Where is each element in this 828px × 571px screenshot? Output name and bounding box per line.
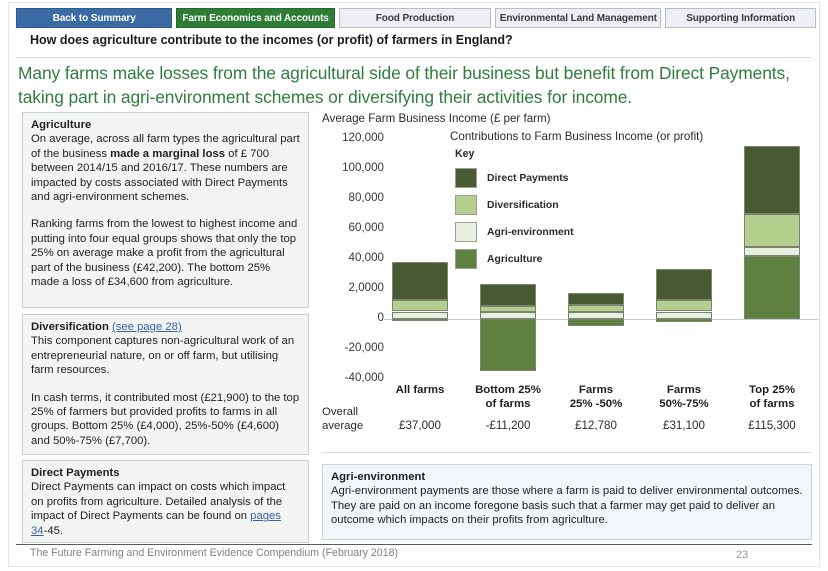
bar-segment xyxy=(568,319,624,326)
footer-divider xyxy=(16,544,812,545)
category-label: Top 25% of farms xyxy=(724,383,820,411)
overall-average-value: £115,300 xyxy=(748,419,796,432)
category-label: Farms 25% -50% xyxy=(548,383,644,411)
category-label: Farms 50%-75% xyxy=(636,383,732,411)
diversification-box-title: Diversification xyxy=(31,321,112,333)
category-label: Bottom 25% of farms xyxy=(460,383,556,411)
diversification-paragraph-1: This component captures non-agricultural… xyxy=(31,335,295,377)
category-label-line: 50%-75% xyxy=(659,398,709,410)
category-label-line: 25% -50% xyxy=(569,398,623,410)
y-axis-tick-label: 80,000 xyxy=(348,191,384,204)
y-axis-tick-label: 2,0000 xyxy=(348,281,384,294)
bar-segment xyxy=(744,146,800,215)
overall-average-value: -£11,200 xyxy=(485,419,531,432)
bar-segment xyxy=(480,306,536,313)
tab-supporting-information[interactable]: Supporting Information xyxy=(665,8,816,28)
footer-source-text: The Future Farming and Environment Evide… xyxy=(30,547,399,559)
bar-segment xyxy=(392,311,448,319)
category-label-line: Farms xyxy=(578,384,614,396)
category-label-line: of farms xyxy=(749,398,795,410)
overall-average-value: £31,100 xyxy=(663,419,705,432)
diversification-paragraph-2: In cash terms, it contributed most (£21,… xyxy=(31,391,300,447)
overall-average-value: £37,000 xyxy=(399,419,441,432)
bar-segment xyxy=(656,269,712,300)
tab-bar: Back to Summary Farm Economics and Accou… xyxy=(16,8,816,28)
divider-under-table xyxy=(322,452,812,453)
y-axis-tick-label: 60,000 xyxy=(348,221,384,234)
category-label-line: All farms xyxy=(395,384,445,396)
agriculture-paragraph-2: Ranking farms from the lowest to highest… xyxy=(31,218,298,289)
bar-segment xyxy=(392,319,448,321)
footer-page-number: 23 xyxy=(736,549,749,561)
direct-payments-text-b: -45. xyxy=(43,524,64,537)
bar-segment xyxy=(568,305,624,313)
overall-average-value: £12,780 xyxy=(575,419,617,432)
tab-environmental-land-management[interactable]: Environmental Land Management xyxy=(495,8,662,28)
category-label-line: Bottom 25% xyxy=(475,384,541,396)
link-see-page-28[interactable]: (see page 28) xyxy=(112,321,182,333)
tab-farm-economics-accounts[interactable]: Farm Economics and Accounts xyxy=(176,8,335,28)
page-question: How does agriculture contribute to the i… xyxy=(30,33,513,47)
agriculture-text-bold: made a marginal loss xyxy=(110,147,226,160)
y-axis-tick-label: 0 xyxy=(377,311,384,324)
bar-segment xyxy=(656,311,712,319)
tab-back-to-summary[interactable]: Back to Summary xyxy=(16,8,173,28)
y-axis-tick-label: -20,000 xyxy=(344,341,384,354)
bar-segment xyxy=(744,214,800,248)
agri-environment-text: Agri-environment payments are those wher… xyxy=(331,485,803,527)
category-label: All farms xyxy=(372,383,468,397)
slide-page: Back to Summary Farm Economics and Accou… xyxy=(0,0,828,571)
bar-segment xyxy=(480,319,536,371)
y-axis-tick-label: 120,000 xyxy=(342,131,384,144)
category-label-line: of farms xyxy=(485,398,531,410)
y-axis-tick-label: 40,000 xyxy=(348,251,384,264)
category-label-line: Farms xyxy=(666,384,702,396)
bar-segment xyxy=(656,319,712,322)
page-headline: Many farms make losses from the agricult… xyxy=(18,63,790,107)
bar-segment xyxy=(392,299,448,312)
direct-payments-text-a: Direct Payments can impact on costs whic… xyxy=(31,481,286,523)
bar-segment xyxy=(744,247,800,256)
agriculture-paragraph-1: Agriculture On average, across all farm … xyxy=(31,118,300,204)
tab-food-production[interactable]: Food Production xyxy=(338,8,492,28)
y-axis-tick-label: 100,000 xyxy=(342,161,384,174)
direct-payments-paragraph: Direct Payments Direct Payments can impa… xyxy=(31,466,300,538)
bar-segment xyxy=(392,262,448,300)
bar-segment xyxy=(480,312,536,319)
info-box-agri-environment: Agri-environment Agri-environment paymen… xyxy=(322,464,812,540)
info-box-agriculture: Agriculture On average, across all farm … xyxy=(22,112,309,308)
bar-segment xyxy=(568,312,624,319)
bar-segment xyxy=(568,293,624,306)
agri-environment-paragraph: Agri-environment Agri-environment paymen… xyxy=(331,470,803,528)
divider-under-question xyxy=(16,57,812,58)
bar-segment xyxy=(480,283,536,307)
agriculture-box-title: Agriculture xyxy=(31,119,92,131)
bar-segment xyxy=(656,299,712,312)
category-label-line: Top 25% xyxy=(749,384,795,396)
direct-payments-box-title: Direct Payments xyxy=(31,467,120,479)
agri-environment-box-title: Agri-environment xyxy=(331,471,426,483)
diversification-heading-line: Diversification (see page 28) This compo… xyxy=(31,320,300,378)
info-box-diversification: Diversification (see page 28) This compo… xyxy=(22,314,309,455)
bar-segment xyxy=(744,255,800,319)
info-box-direct-payments: Direct Payments Direct Payments can impa… xyxy=(22,460,309,543)
chart-plot-area xyxy=(384,112,818,392)
